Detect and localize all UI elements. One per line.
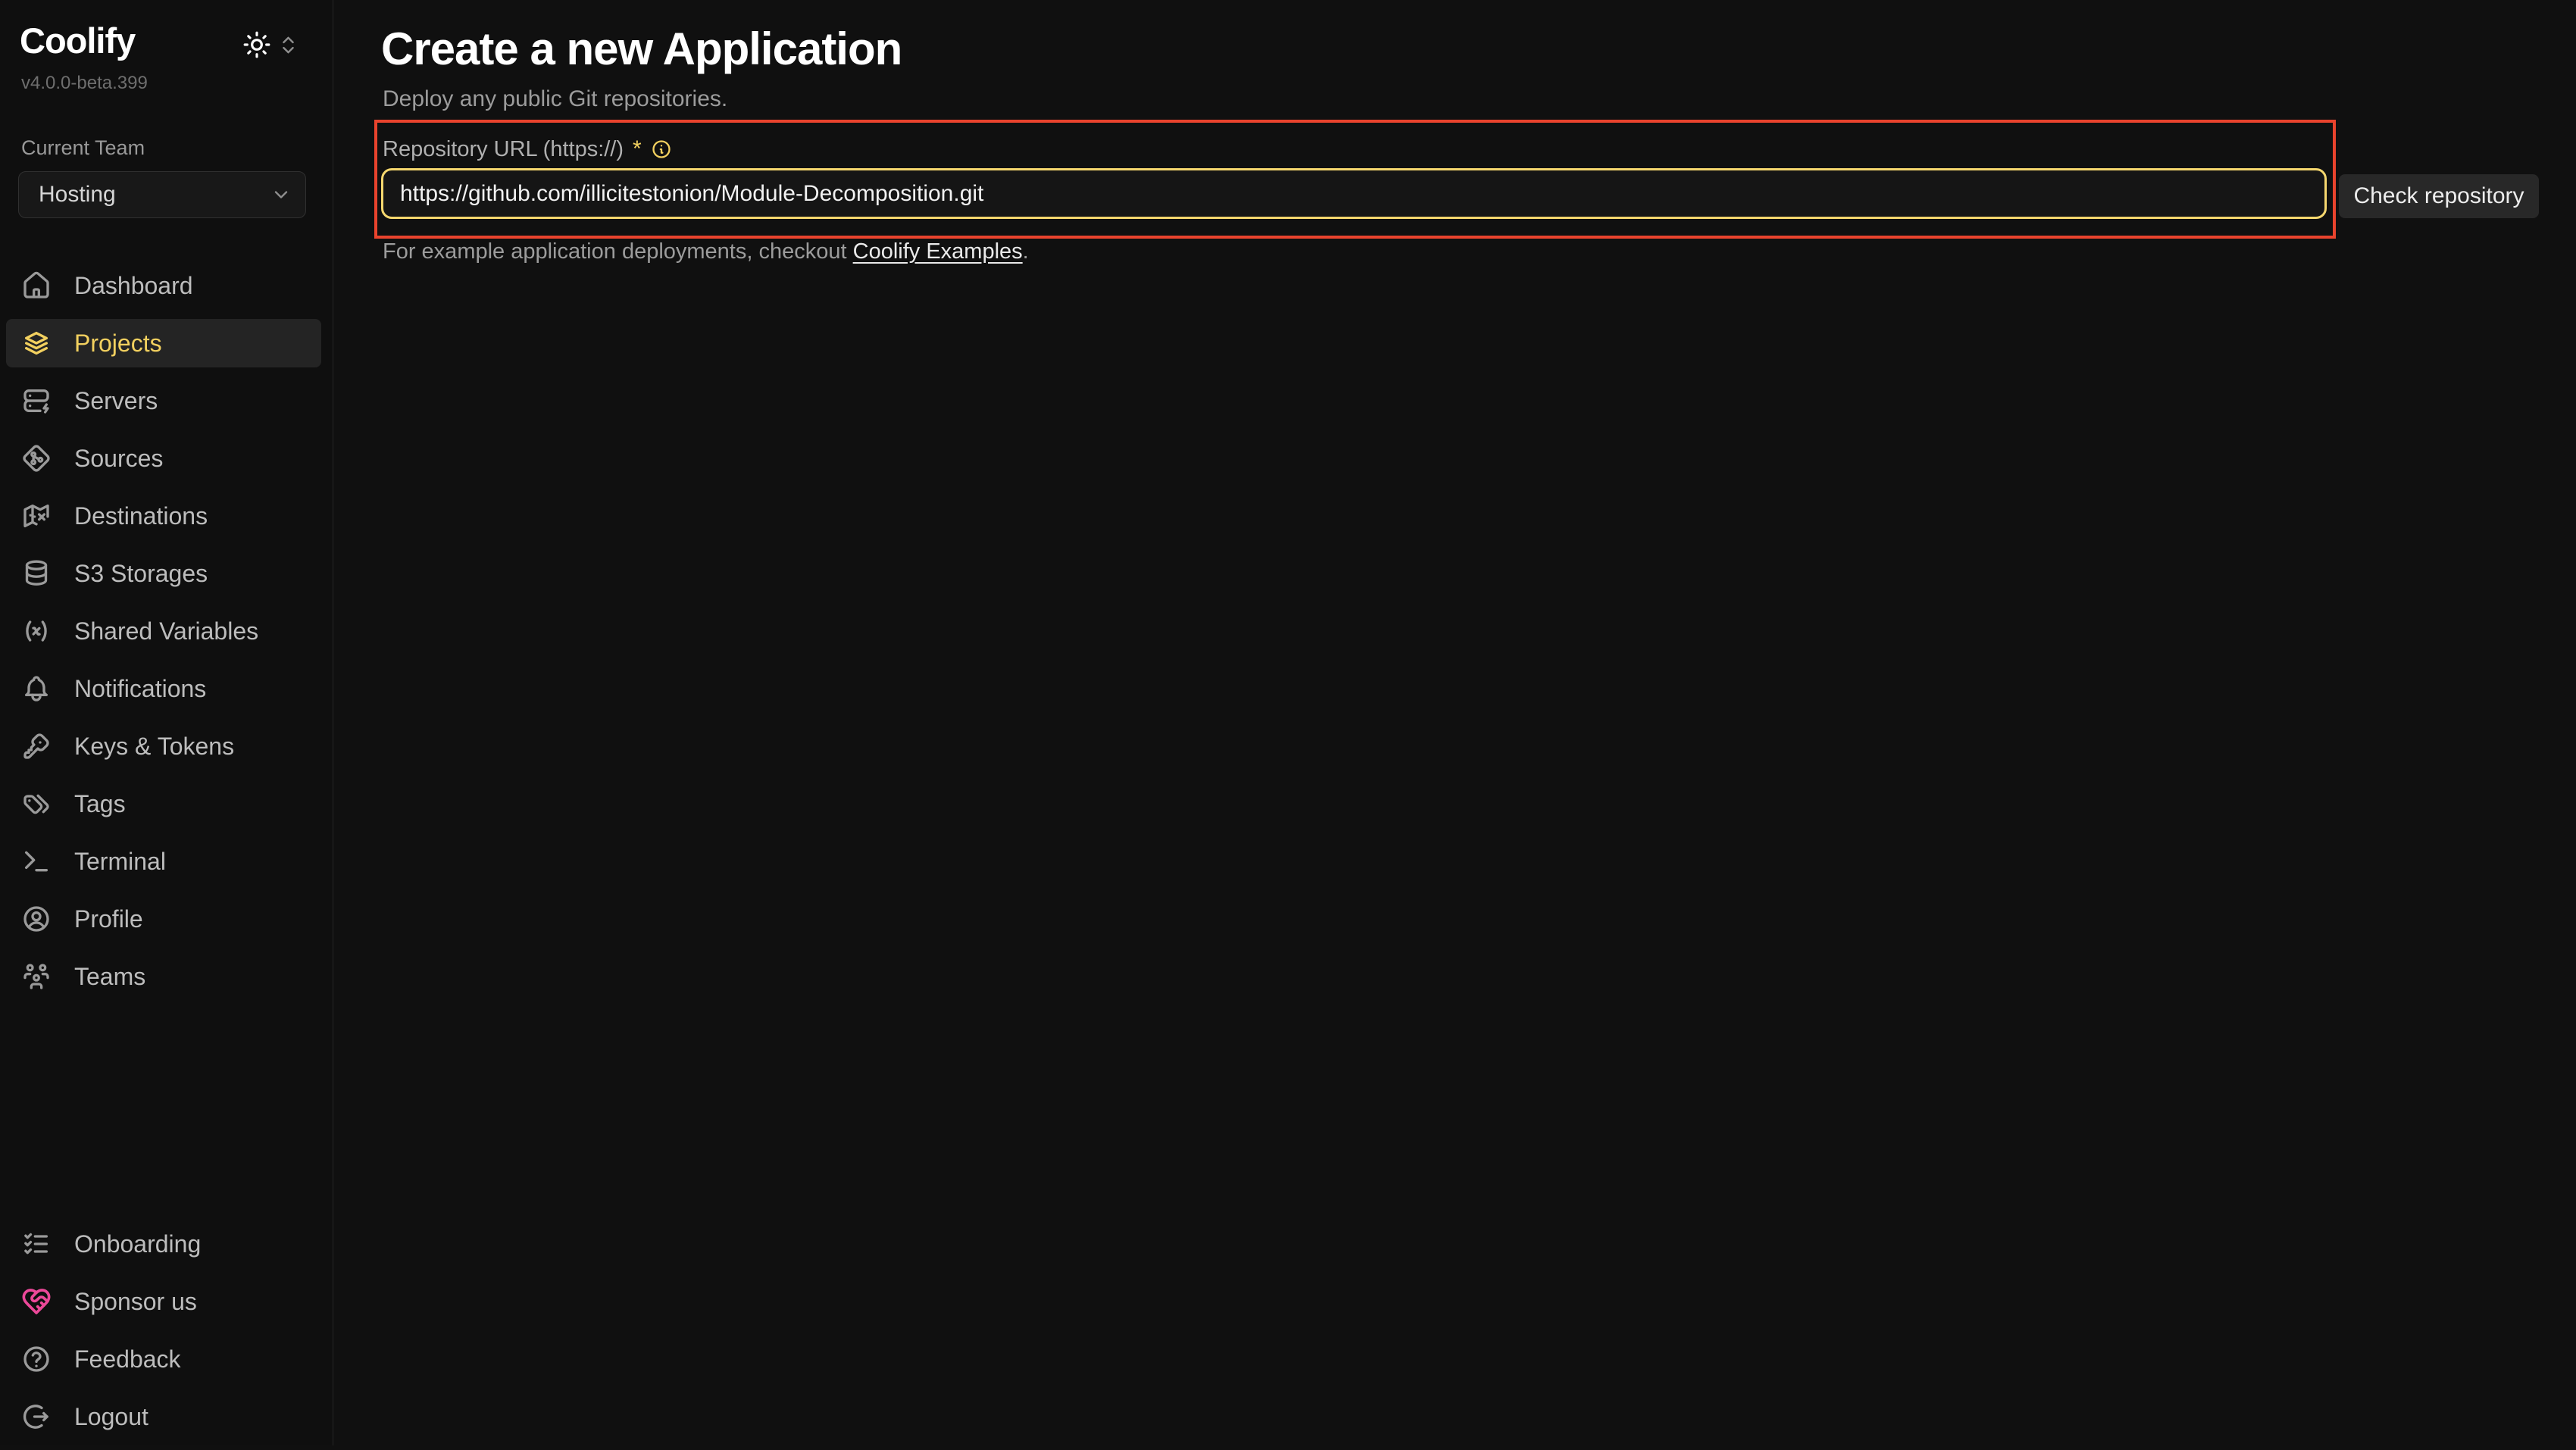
sidebar-item-label: Logout	[74, 1403, 148, 1431]
sidebar-item-label: Onboarding	[74, 1230, 201, 1258]
sidebar-item-label: Terminal	[74, 848, 166, 876]
sidebar-item-notifications[interactable]: Notifications	[6, 664, 321, 713]
home-icon	[21, 270, 52, 301]
current-team-label: Current Team	[21, 136, 145, 160]
page-subtitle: Deploy any public Git repositories.	[383, 86, 727, 112]
sidebar-footer-nav: Onboarding Sponsor us	[6, 1220, 321, 1450]
sidebar-item-feedback[interactable]: Feedback	[6, 1335, 321, 1383]
sidebar-item-label: S3 Storages	[74, 560, 208, 588]
coolify-app: Coolify v4.0.0-beta.399 Current Team Hos…	[0, 0, 2576, 1445]
sidebar-item-profile[interactable]: Profile	[6, 895, 321, 943]
sidebar-item-label: Servers	[74, 387, 158, 415]
check-repository-button[interactable]: Check repository	[2339, 174, 2539, 218]
team-select[interactable]: Hosting	[18, 171, 306, 218]
map-x-icon	[21, 501, 52, 531]
theme-toggle-button[interactable]	[242, 30, 271, 59]
brand-logo: Coolify	[20, 20, 135, 61]
help-circle-icon	[21, 1344, 52, 1374]
sidebar-collapse-toggle[interactable]	[277, 34, 299, 56]
checklist-icon	[21, 1229, 52, 1259]
coolify-examples-link[interactable]: Coolify Examples	[853, 239, 1023, 264]
sidebar-item-dashboard[interactable]: Dashboard	[6, 261, 321, 310]
server-bolt-icon	[21, 386, 52, 416]
chevrons-up-down-icon	[277, 34, 299, 56]
user-circle-icon	[21, 904, 52, 934]
repository-url-input[interactable]	[381, 168, 2327, 219]
repository-url-label: Repository URL (https://)	[383, 137, 624, 162]
sidebar-item-label: Teams	[74, 963, 145, 991]
sidebar-item-servers[interactable]: Servers	[6, 377, 321, 425]
git-source-icon	[21, 443, 52, 473]
helper-suffix: .	[1023, 239, 1029, 264]
variable-icon	[21, 616, 52, 646]
chevron-down-icon	[270, 184, 292, 205]
sidebar-item-label: Projects	[74, 330, 162, 358]
sidebar-item-tags[interactable]: Tags	[6, 780, 321, 828]
sidebar-item-terminal[interactable]: Terminal	[6, 837, 321, 886]
sidebar-nav: Dashboard Projects Servers	[6, 261, 321, 1010]
helper-text: For example application deployments, che…	[383, 239, 1029, 264]
sidebar-item-onboarding[interactable]: Onboarding	[6, 1220, 321, 1268]
sidebar-item-label: Destinations	[74, 502, 208, 530]
sidebar-item-sponsor-us[interactable]: Sponsor us	[6, 1277, 321, 1326]
sidebar-item-keys-tokens[interactable]: Keys & Tokens	[6, 722, 321, 770]
database-icon	[21, 558, 52, 589]
sidebar-item-projects[interactable]: Projects	[6, 319, 321, 367]
sidebar-item-label: Notifications	[74, 675, 206, 703]
sidebar-item-label: Shared Variables	[74, 617, 258, 645]
sidebar-item-destinations[interactable]: Destinations	[6, 492, 321, 540]
key-icon	[21, 731, 52, 761]
sidebar-item-s3-storages[interactable]: S3 Storages	[6, 549, 321, 598]
version-label: v4.0.0-beta.399	[21, 73, 148, 94]
sidebar-item-label: Keys & Tokens	[74, 733, 234, 761]
helper-prefix: For example application deployments, che…	[383, 239, 853, 264]
users-group-icon	[21, 961, 52, 992]
tags-icon	[21, 789, 52, 819]
sidebar-item-label: Feedback	[74, 1345, 181, 1373]
sidebar: Coolify v4.0.0-beta.399 Current Team Hos…	[0, 0, 333, 1445]
sidebar-item-label: Profile	[74, 905, 143, 933]
logout-icon	[21, 1402, 52, 1432]
sidebar-item-sources[interactable]: Sources	[6, 434, 321, 483]
bell-icon	[21, 673, 52, 704]
sidebar-item-label: Sources	[74, 445, 163, 473]
sidebar-item-shared-variables[interactable]: Shared Variables	[6, 607, 321, 655]
info-icon[interactable]	[651, 139, 672, 160]
sidebar-item-teams[interactable]: Teams	[6, 952, 321, 1001]
heart-handshake-icon	[21, 1286, 52, 1317]
sidebar-item-label: Sponsor us	[74, 1288, 197, 1316]
layers-icon	[21, 328, 52, 358]
sidebar-item-logout[interactable]: Logout	[6, 1392, 321, 1441]
repository-url-label-row: Repository URL (https://) *	[383, 136, 672, 162]
sidebar-item-label: Tags	[74, 790, 126, 818]
required-marker: *	[633, 136, 642, 162]
terminal-icon	[21, 846, 52, 877]
sun-icon	[242, 30, 271, 59]
sidebar-item-label: Dashboard	[74, 272, 193, 300]
team-select-value: Hosting	[39, 182, 116, 208]
page-title: Create a new Application	[381, 23, 902, 75]
